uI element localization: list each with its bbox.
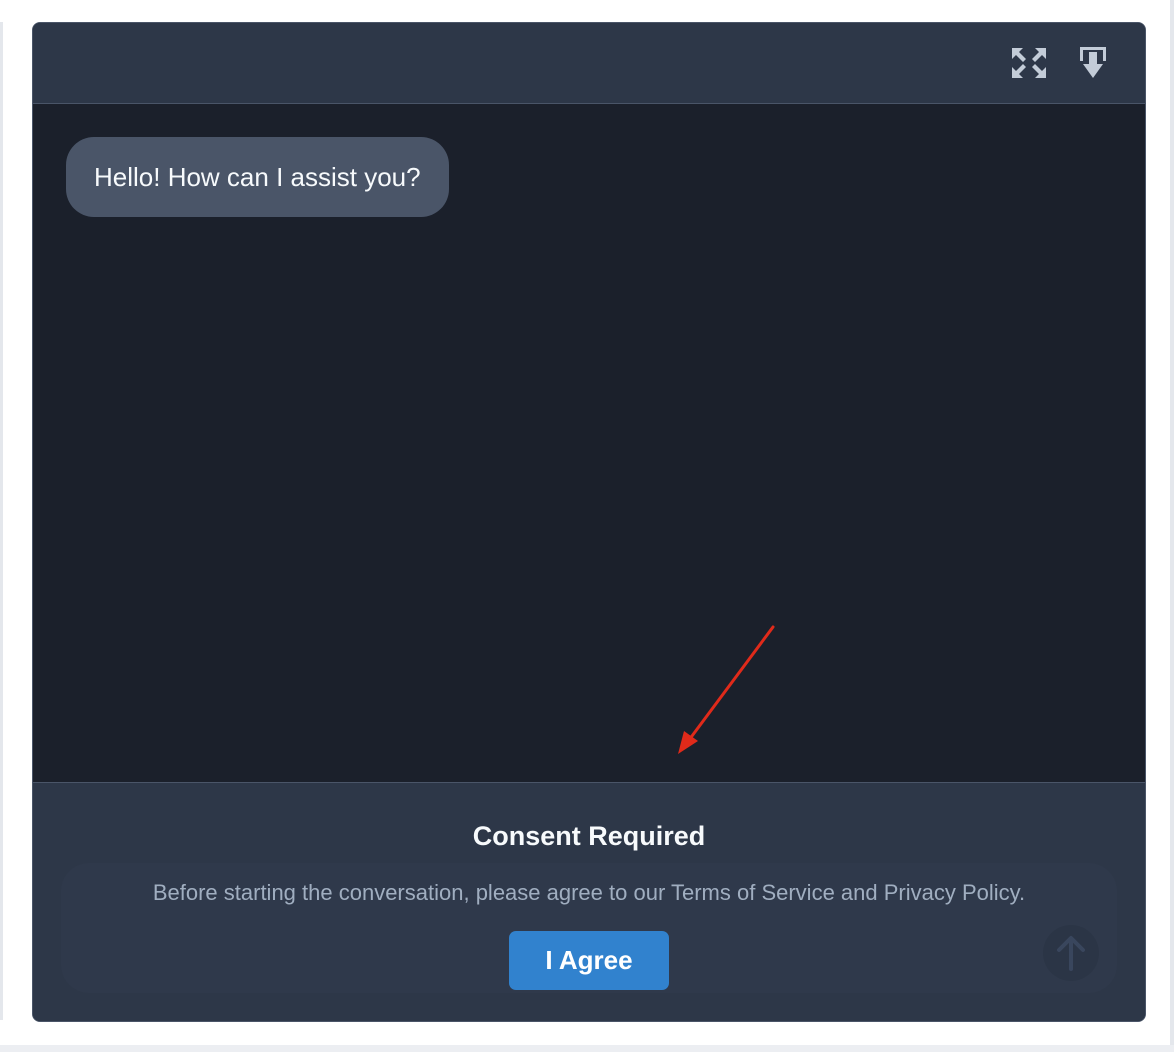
expand-button[interactable] bbox=[1011, 45, 1047, 81]
assistant-message-bubble: Hello! How can I assist you? bbox=[66, 137, 449, 217]
bottom-panel-edge bbox=[0, 1045, 1174, 1052]
arrow-up-icon bbox=[1057, 936, 1085, 971]
download-icon bbox=[1080, 47, 1106, 78]
consent-title: Consent Required bbox=[472, 821, 706, 851]
consent-text: Before starting the conversation, please… bbox=[152, 880, 1026, 905]
chat-header bbox=[33, 23, 1145, 104]
agree-button[interactable]: I Agree bbox=[509, 931, 669, 990]
consent-panel: Consent Required Before starting the con… bbox=[33, 782, 1145, 1021]
send-button-disabled bbox=[1043, 925, 1099, 981]
left-panel-edge bbox=[0, 22, 3, 1020]
page: Hello! How can I assist you? Consent Req… bbox=[0, 0, 1174, 1052]
message-list: Hello! How can I assist you? bbox=[33, 104, 1145, 782]
right-panel-edge bbox=[1170, 0, 1174, 1052]
expand-arrows-icon bbox=[1012, 48, 1046, 78]
download-button[interactable] bbox=[1075, 45, 1111, 81]
chat-widget: Hello! How can I assist you? Consent Req… bbox=[32, 22, 1146, 1022]
